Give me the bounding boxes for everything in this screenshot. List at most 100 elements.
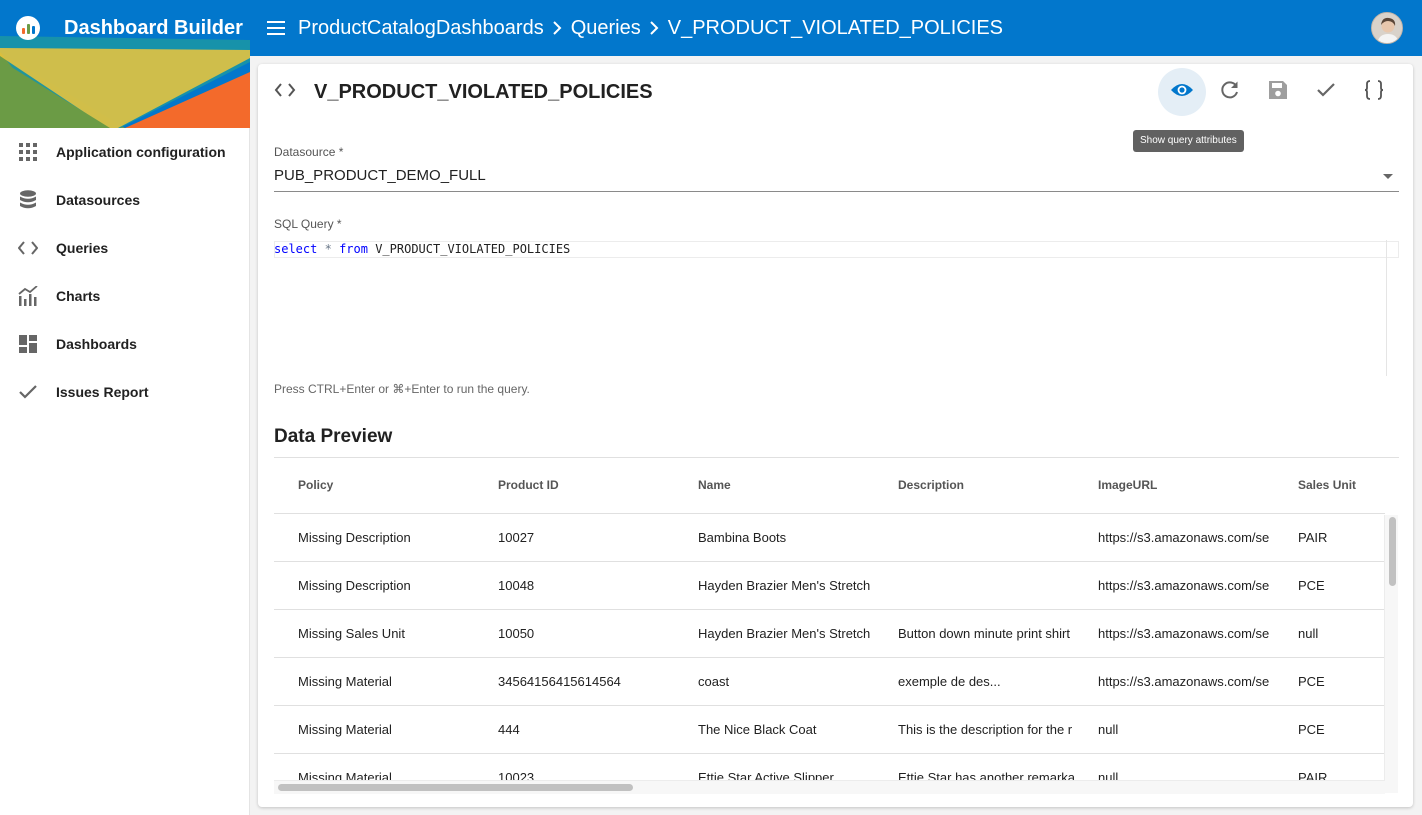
table-cell: Missing Sales Unit bbox=[298, 626, 405, 641]
table-cell: null bbox=[1098, 722, 1119, 737]
datasource-select[interactable]: PUB_PRODUCT_DEMO_FULL bbox=[274, 164, 1399, 192]
dropdown-arrow-icon bbox=[1383, 174, 1393, 179]
run-query-hint: Press CTRL+Enter or ⌘+Enter to run the q… bbox=[274, 382, 530, 396]
check-icon bbox=[18, 382, 38, 402]
table-cell: The Nice Black Coat bbox=[698, 722, 817, 737]
table-cell: Hayden Brazier Men's Stretch S bbox=[698, 578, 874, 593]
table-cell: Missing Description bbox=[298, 578, 411, 593]
tooltip: Show query attributes bbox=[1133, 130, 1244, 152]
table-cell: Missing Description bbox=[298, 530, 411, 545]
sidebar-item-application-configuration[interactable]: Application configuration bbox=[0, 128, 250, 176]
table-row[interactable]: Missing Description 10048 Hayden Brazier… bbox=[274, 562, 1385, 610]
check-icon bbox=[1316, 82, 1336, 103]
top-app-bar: ProductCatalogDashboards Queries V_PRODU… bbox=[250, 0, 1422, 56]
sidebar-item-issues-report[interactable]: Issues Report bbox=[0, 368, 250, 416]
sidebar: Dashboard Builder Application configurat… bbox=[0, 0, 250, 815]
column-header-product-id[interactable]: Product ID bbox=[498, 478, 559, 492]
braces-icon bbox=[1364, 79, 1384, 105]
sql-keyword: from bbox=[339, 242, 368, 256]
avatar[interactable] bbox=[1371, 12, 1403, 44]
table-row[interactable]: Missing Material 34564156415614564 coast… bbox=[274, 658, 1385, 706]
sidebar-item-queries[interactable]: Queries bbox=[0, 224, 250, 272]
sidebar-item-datasources[interactable]: Datasources bbox=[0, 176, 250, 224]
eye-icon bbox=[1170, 82, 1194, 103]
data-preview-table: Policy Product ID Name Description Image… bbox=[274, 458, 1385, 793]
table-cell: 34564156415614564 bbox=[498, 674, 621, 689]
table-cell: Missing Material bbox=[298, 674, 392, 689]
datasource-label: Datasource * bbox=[274, 145, 344, 159]
save-button[interactable] bbox=[1254, 68, 1302, 116]
sidebar-item-dashboards[interactable]: Dashboards bbox=[0, 320, 250, 368]
table-cell: PCE bbox=[1298, 578, 1325, 593]
table-body: Missing Description 10027 Bambina Boots … bbox=[274, 514, 1385, 793]
sidebar-item-label: Issues Report bbox=[56, 384, 149, 400]
sql-operator: * bbox=[324, 242, 332, 256]
code-icon bbox=[274, 82, 298, 102]
validate-button[interactable] bbox=[1302, 68, 1350, 116]
database-icon bbox=[18, 190, 38, 210]
menu-icon[interactable] bbox=[264, 16, 288, 40]
table-cell: null bbox=[1298, 626, 1319, 641]
dashboard-icon bbox=[18, 334, 38, 354]
sidebar-item-charts[interactable]: Charts bbox=[0, 272, 250, 320]
table-cell: https://s3.amazonaws.com/se bbox=[1098, 578, 1270, 593]
refresh-icon bbox=[1220, 80, 1240, 105]
table-row[interactable]: Missing Material 444 The Nice Black Coat… bbox=[274, 706, 1385, 754]
table-cell: 10050 bbox=[498, 626, 535, 641]
table-cell: Hayden Brazier Men's Stretch S bbox=[698, 626, 874, 641]
json-button[interactable] bbox=[1350, 68, 1398, 116]
breadcrumb-item-project[interactable]: ProductCatalogDashboards bbox=[298, 17, 544, 40]
table-horizontal-scrollbar[interactable] bbox=[274, 780, 1385, 794]
table-cell: This is the description for the r bbox=[898, 722, 1073, 737]
column-header-description[interactable]: Description bbox=[898, 478, 964, 492]
sql-code-line: select * from V_PRODUCT_VIOLATED_POLICIE… bbox=[274, 242, 570, 256]
table-cell: https://s3.amazonaws.com/se bbox=[1098, 530, 1270, 545]
show-attributes-button[interactable] bbox=[1158, 68, 1206, 116]
table-cell: Bambina Boots bbox=[698, 530, 787, 545]
chevron-right-icon bbox=[552, 21, 562, 35]
column-header-imageurl[interactable]: ImageURL bbox=[1098, 478, 1157, 492]
sidebar-nav: Application configuration Datasources Qu… bbox=[0, 128, 250, 416]
app-title: Dashboard Builder bbox=[64, 17, 243, 39]
breadcrumb: ProductCatalogDashboards Queries V_PRODU… bbox=[298, 0, 1003, 56]
table-cell: PCE bbox=[1298, 674, 1325, 689]
table-cell: https://s3.amazonaws.com/se bbox=[1098, 626, 1270, 641]
table-vertical-scrollbar[interactable] bbox=[1384, 515, 1398, 793]
sidebar-item-label: Queries bbox=[56, 240, 109, 256]
table-cell: Missing Material bbox=[298, 722, 392, 737]
table-cell: 10027 bbox=[498, 530, 535, 545]
code-icon bbox=[18, 238, 38, 258]
sidebar-item-label: Dashboards bbox=[56, 336, 137, 352]
sql-keyword: select bbox=[274, 242, 318, 256]
datasource-select-value: PUB_PRODUCT_DEMO_FULL bbox=[274, 167, 486, 184]
sidebar-item-label: Charts bbox=[56, 288, 101, 304]
table-cell: 444 bbox=[498, 722, 520, 737]
data-preview-title: Data Preview bbox=[274, 426, 393, 447]
table-cell: exemple de des... bbox=[898, 674, 1001, 689]
table-cell: PCE bbox=[1298, 722, 1325, 737]
column-header-sales-unit[interactable]: Sales Unit bbox=[1298, 478, 1356, 492]
table-header: Policy Product ID Name Description Image… bbox=[274, 458, 1385, 514]
brand-header: Dashboard Builder bbox=[0, 0, 250, 128]
column-header-policy[interactable]: Policy bbox=[298, 478, 333, 492]
sql-editor[interactable]: select * from V_PRODUCT_VIOLATED_POLICIE… bbox=[274, 240, 1399, 376]
save-icon bbox=[1269, 80, 1287, 104]
breadcrumb-item-queries[interactable]: Queries bbox=[571, 17, 641, 40]
table-row[interactable]: Missing Description 10027 Bambina Boots … bbox=[274, 514, 1385, 562]
apps-grid-icon bbox=[18, 142, 38, 162]
table-row[interactable]: Missing Sales Unit 10050 Hayden Brazier … bbox=[274, 610, 1385, 658]
scrollbar-thumb[interactable] bbox=[278, 784, 633, 791]
query-editor-card: V_PRODUCT_VIOLATED_POLICIES Show query a… bbox=[258, 64, 1413, 807]
table-cell: 10048 bbox=[498, 578, 535, 593]
sidebar-item-label: Application configuration bbox=[56, 144, 226, 160]
editor-scrollbar[interactable] bbox=[1386, 240, 1387, 376]
scrollbar-thumb[interactable] bbox=[1389, 517, 1396, 586]
table-cell: PAIR bbox=[1298, 530, 1328, 545]
app-logo-icon bbox=[16, 16, 40, 40]
refresh-button[interactable] bbox=[1206, 68, 1254, 116]
sql-query-label: SQL Query * bbox=[274, 217, 342, 231]
column-header-name[interactable]: Name bbox=[698, 478, 731, 492]
chart-icon bbox=[18, 286, 38, 306]
chevron-right-icon bbox=[650, 21, 659, 35]
table-cell: https://s3.amazonaws.com/se bbox=[1098, 674, 1270, 689]
